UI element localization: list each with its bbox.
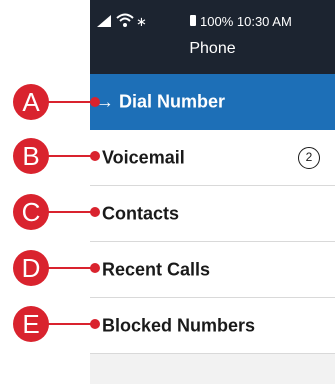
signal-icon	[97, 15, 111, 27]
callout-leader	[48, 155, 94, 157]
callout-dot	[90, 319, 100, 329]
callout-dot	[90, 207, 100, 217]
bluetooth-icon: ∗	[136, 14, 147, 29]
callout-d: D	[13, 250, 49, 286]
voicemail-count-badge: 2	[298, 146, 320, 169]
callout-dot	[90, 97, 100, 107]
callout-leader	[48, 101, 94, 103]
menu-item-label: Blocked Numbers	[102, 315, 256, 335]
menu-item-label: → Dial Number	[96, 91, 226, 112]
callout-c: C	[13, 194, 49, 230]
wifi-icon	[116, 13, 134, 27]
callout-dot	[90, 263, 100, 273]
status-bar: ∗ 100% 10:30 AM Phone	[90, 0, 335, 82]
callout-leader	[48, 323, 94, 325]
menu-item-label: Voicemail	[102, 147, 185, 167]
callout-leader	[48, 267, 94, 269]
callout-leader	[48, 211, 94, 213]
battery-percent: 100%	[200, 14, 234, 29]
callout-dot	[90, 151, 100, 161]
menu-item-voicemail[interactable]: Voicemail 2	[90, 130, 335, 186]
battery-icon	[190, 15, 196, 26]
status-row: ∗ 100% 10:30 AM	[90, 13, 335, 34]
page-title: Phone	[189, 40, 236, 57]
callout-b: B	[13, 138, 49, 174]
phone-screen: ∗ 100% 10:30 AM Phone → Dial Number Voic…	[90, 0, 335, 384]
menu-item-recent-calls[interactable]: Recent Calls	[90, 242, 335, 298]
clock: 10:30 AM	[236, 14, 292, 29]
menu-item-label: Recent Calls	[102, 259, 211, 279]
callout-e: E	[13, 306, 49, 342]
menu-item-blocked-numbers[interactable]: Blocked Numbers	[90, 298, 335, 354]
menu-item-label: Contacts	[102, 203, 180, 223]
callout-a: A	[13, 84, 49, 120]
menu-item-contacts[interactable]: Contacts	[90, 186, 335, 242]
menu-item-dial-number[interactable]: → Dial Number	[90, 74, 335, 130]
